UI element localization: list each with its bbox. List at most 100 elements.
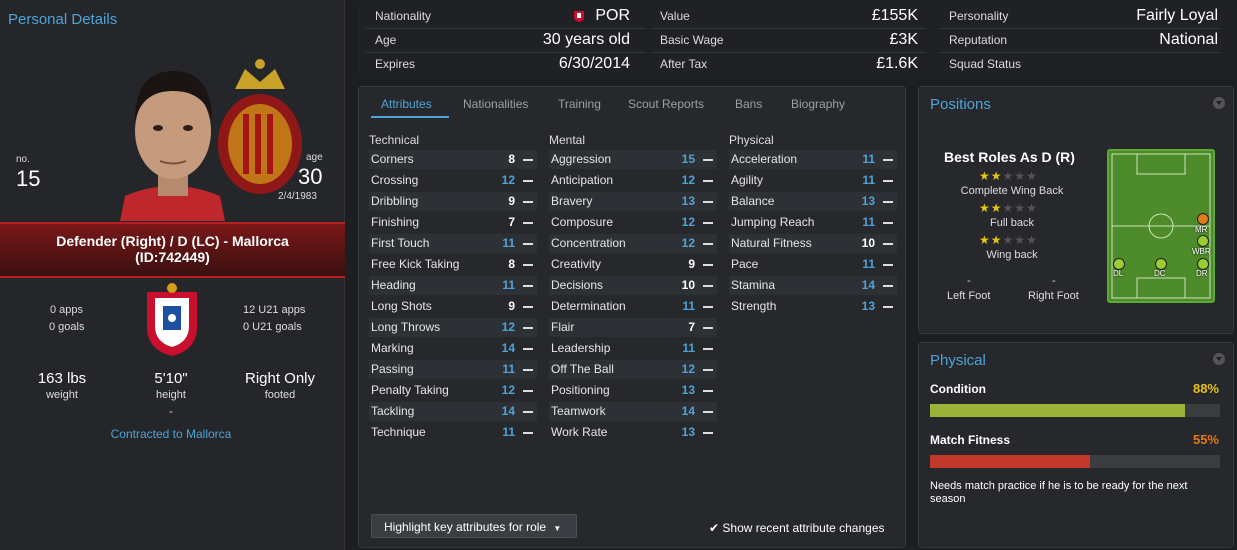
- best-roles-title: Best Roles As D (R): [944, 149, 1075, 165]
- attribute-row[interactable]: Jumping Reach 11: [729, 213, 897, 232]
- trend-dash-icon: [523, 327, 533, 329]
- footed-label: footed: [264, 389, 296, 401]
- trend-dash-icon: [523, 432, 533, 434]
- attribute-row[interactable]: Creativity 9: [549, 255, 717, 274]
- attribute-value: 11: [502, 425, 515, 439]
- attribute-row[interactable]: Long Throws 12: [369, 318, 537, 337]
- attribute-row[interactable]: Strength 13: [729, 297, 897, 316]
- attribute-row[interactable]: Leadership 11: [549, 339, 717, 358]
- attribute-row[interactable]: Decisions 10: [549, 276, 717, 295]
- attribute-value: 15: [681, 152, 695, 166]
- value-label: Value: [660, 9, 690, 23]
- attribute-row[interactable]: Dribbling 9: [369, 192, 537, 211]
- match-fitness-bar: [930, 455, 1220, 468]
- tab-attributes[interactable]: Attributes: [381, 97, 432, 111]
- date-of-birth: 2/4/1983: [278, 191, 317, 202]
- attribute-name: Pace: [731, 257, 759, 271]
- attribute-name: Finishing: [371, 215, 420, 229]
- attribute-row[interactable]: Finishing 7: [369, 213, 537, 232]
- attribute-row[interactable]: Work Rate 13: [549, 423, 717, 442]
- contract-link[interactable]: Contracted to Mallorca: [70, 427, 272, 441]
- attribute-value: 12: [681, 173, 695, 187]
- role-name: Wing back: [986, 249, 1038, 261]
- physical-panel: Physical Condition 88% Match Fitness 55%…: [918, 342, 1234, 548]
- tab-bans[interactable]: Bans: [735, 97, 762, 111]
- attribute-value: 14: [501, 404, 515, 418]
- attribute-row[interactable]: Corners 8: [369, 150, 537, 169]
- trend-dash-icon: [883, 222, 893, 224]
- attribute-row[interactable]: Heading 11: [369, 276, 537, 295]
- physical-title: Physical: [930, 352, 986, 369]
- attribute-row[interactable]: Off The Ball 12: [549, 360, 717, 379]
- attribute-row[interactable]: Stamina 14: [729, 276, 897, 295]
- attribute-name: Dribbling: [371, 194, 419, 208]
- attribute-row[interactable]: Composure 12: [549, 213, 717, 232]
- attribute-row[interactable]: Agility 11: [729, 171, 897, 190]
- trend-dash-icon: [883, 180, 893, 182]
- attribute-row[interactable]: Pace 11: [729, 255, 897, 274]
- condition-bar-fill: [930, 404, 1186, 417]
- attribute-name: Natural Fitness: [731, 236, 812, 250]
- attribute-value: 9: [508, 194, 515, 208]
- attribute-name: Penalty Taking: [371, 383, 449, 397]
- attribute-name: Flair: [551, 320, 575, 334]
- attribute-row[interactable]: Tackling 14: [369, 402, 537, 421]
- label-wbr: WBR: [1192, 247, 1211, 256]
- attribute-row[interactable]: Acceleration 11: [729, 150, 897, 169]
- number-label: no.: [16, 154, 30, 165]
- collapse-icon[interactable]: [1213, 97, 1225, 109]
- attribute-row[interactable]: Anticipation 12: [549, 171, 717, 190]
- trend-dash-icon: [883, 243, 893, 245]
- attribute-value: 11: [862, 257, 875, 271]
- weight-label: weight: [46, 389, 78, 401]
- attribute-name: Crossing: [371, 173, 419, 187]
- attribute-row[interactable]: Long Shots 9: [369, 297, 537, 316]
- attribute-row[interactable]: Concentration 12: [549, 234, 717, 253]
- wage-value: £3K: [889, 31, 918, 48]
- attribute-row[interactable]: Aggression 15: [549, 150, 717, 169]
- attribute-row[interactable]: Teamwork 14: [549, 402, 717, 421]
- tab-scout-reports[interactable]: Scout Reports: [628, 97, 704, 111]
- attribute-row[interactable]: Positioning 13: [549, 381, 717, 400]
- tab-training[interactable]: Training: [558, 97, 601, 111]
- trend-dash-icon: [523, 243, 533, 245]
- attribute-row[interactable]: Crossing 12: [369, 171, 537, 190]
- attribute-row[interactable]: Penalty Taking 12: [369, 381, 537, 400]
- attribute-row[interactable]: First Touch 11: [369, 234, 537, 253]
- attribute-name: Long Shots: [371, 299, 432, 313]
- attribute-name: Balance: [731, 194, 775, 208]
- attribute-row[interactable]: Passing 11: [369, 360, 537, 379]
- tab-biography[interactable]: Biography: [791, 97, 845, 111]
- attribute-row[interactable]: Balance 13: [729, 192, 897, 211]
- attribute-value: 11: [502, 236, 515, 250]
- attribute-name: Positioning: [551, 383, 610, 397]
- attribute-value: 13: [861, 299, 875, 313]
- attribute-value: 10: [681, 278, 695, 292]
- attribute-row[interactable]: Technique 11: [369, 423, 537, 442]
- attribute-value: 7: [508, 215, 515, 229]
- value-value: £155K: [871, 7, 918, 24]
- attribute-name: Corners: [371, 152, 414, 166]
- attribute-row[interactable]: Natural Fitness 10: [729, 234, 897, 253]
- apps: 0 apps: [50, 304, 84, 316]
- attribute-row[interactable]: Marking 14: [369, 339, 537, 358]
- attribute-row[interactable]: Determination 11: [549, 297, 717, 316]
- trend-dash-icon: [703, 264, 713, 266]
- squad-status-label: Squad Status: [949, 57, 1022, 71]
- collapse-icon[interactable]: [1213, 353, 1225, 365]
- personal-details-panel: Personal Details no. 15 age 30 2/4/1983 …: [0, 0, 345, 550]
- attribute-value: 12: [681, 215, 695, 229]
- highlight-attributes-button[interactable]: Highlight key attributes for role ▼: [371, 514, 577, 538]
- height-label: height: [156, 389, 186, 401]
- attribute-row[interactable]: Free Kick Taking 8: [369, 255, 537, 274]
- technical-header: Technical: [369, 133, 420, 147]
- trend-dash-icon: [703, 369, 713, 371]
- player-photo: [80, 36, 265, 221]
- show-recent-changes-checkbox[interactable]: ✔ Show recent attribute changes: [709, 521, 885, 535]
- attribute-row[interactable]: Bravery 13: [549, 192, 717, 211]
- tab-nationalities[interactable]: Nationalities: [463, 97, 528, 111]
- attribute-row[interactable]: Flair 7: [549, 318, 717, 337]
- trend-dash-icon: [703, 432, 713, 434]
- attribute-value: 11: [682, 341, 695, 355]
- attribute-name: Heading: [371, 278, 416, 292]
